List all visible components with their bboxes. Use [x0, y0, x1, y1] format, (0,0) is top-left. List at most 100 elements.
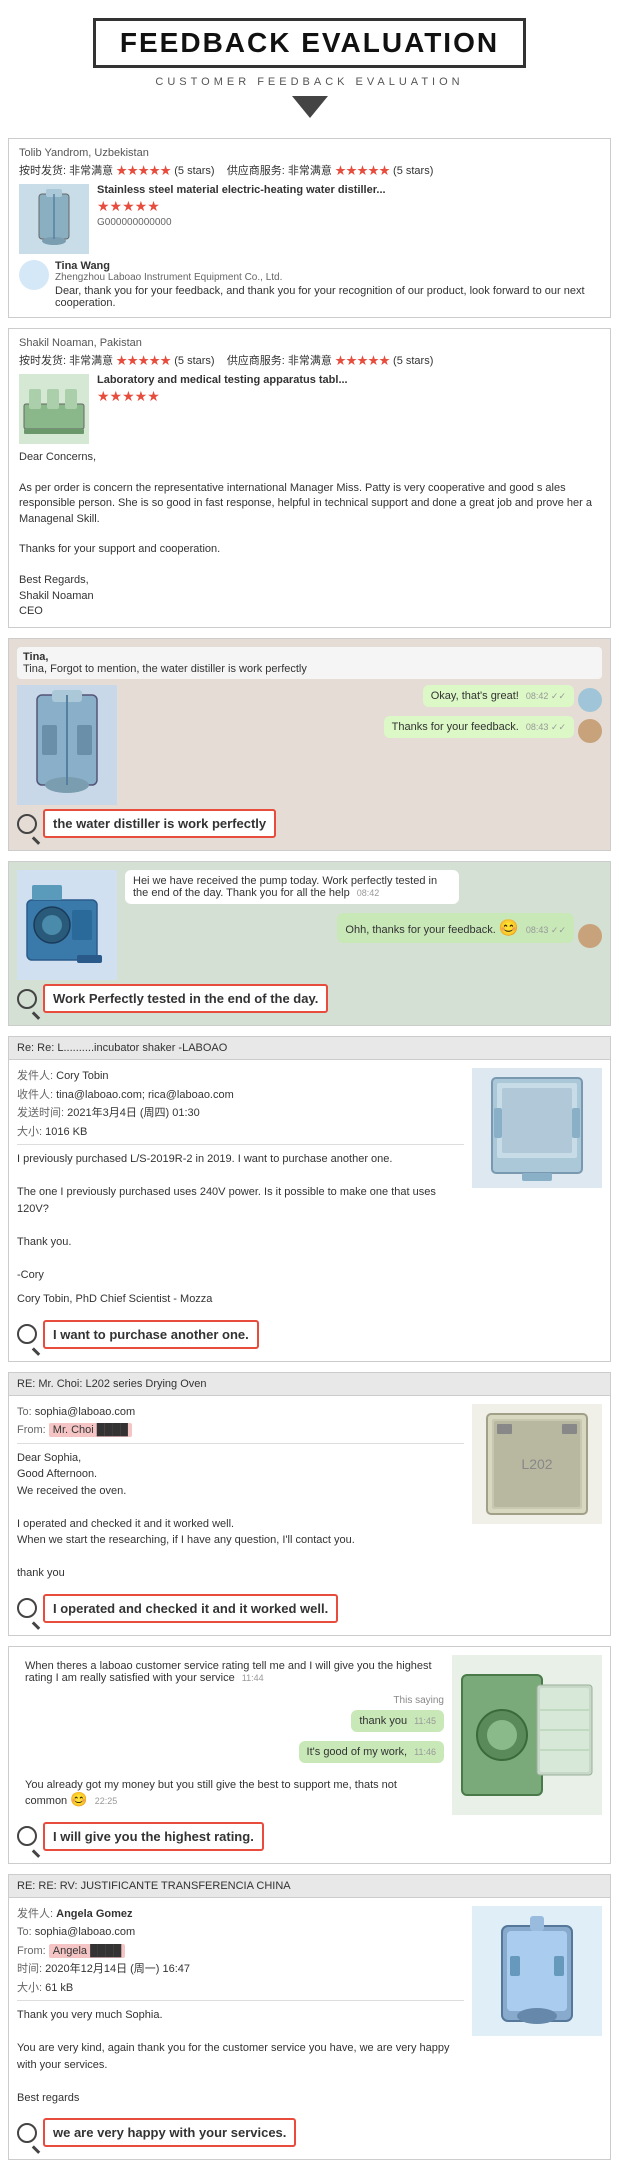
main-title: FEEDBACK EVALUATION — [120, 27, 499, 59]
chat-saying: This saying — [17, 1695, 444, 1706]
rating-msg-2: You already got my money but you still g… — [17, 1774, 444, 1813]
product-name-2: Laboratory and medical testing apparatus… — [97, 374, 600, 386]
caption-text-incubator: I want to purchase another one. — [43, 1320, 259, 1349]
caption-container-final: we are very happy with your services. — [9, 2118, 610, 2155]
caption-text-drying-oven: I operated and checked it and it worked … — [43, 1594, 338, 1623]
reply-name-1: Tina Wang — [55, 260, 600, 272]
rating-delivery-label-1: 按时发货: 非常满意 ★★★★★ (5 stars) — [19, 165, 215, 177]
email-body-text-incubator: I previously purchased L/S-2019R-2 in 20… — [17, 1151, 464, 1283]
rating-msg-1: When theres a laboao customer service ra… — [17, 1655, 444, 1689]
caption-text-rating: I will give you the highest rating. — [43, 1822, 264, 1851]
email-block-drying-oven: RE: Mr. Choi: L202 series Drying Oven To… — [8, 1372, 611, 1636]
divider-final — [17, 2000, 464, 2001]
rating-product-right — [452, 1655, 602, 1818]
email-body-text-drying-oven: Dear Sophia, Good Afternoon. We received… — [17, 1450, 464, 1582]
avatar-1 — [19, 260, 49, 290]
header-title-box: FEEDBACK EVALUATION — [93, 18, 526, 68]
chat-header-1: Tina, Tina, Forgot to mention, the water… — [17, 647, 602, 679]
email-product-img-incubator — [472, 1068, 602, 1188]
review-ratings-2: 按时发货: 非常满意 ★★★★★ (5 stars) 供应商服务: 非常满意 ★… — [19, 352, 600, 368]
page-header: FEEDBACK EVALUATION CUSTOMER FEEDBACK EV… — [0, 0, 619, 128]
email-product-img-drying-oven: L202 — [472, 1404, 602, 1524]
email-right-final — [472, 1906, 602, 2107]
chat-avatar-right-2 — [578, 719, 602, 743]
rating-service-label-2: 供应商服务: 非常满意 ★★★★★ (5 stars) — [227, 355, 434, 367]
email-header-drying-oven: RE: Mr. Choi: L202 series Drying Oven — [9, 1373, 610, 1396]
chat-product-image-2 — [17, 870, 117, 980]
rating-delivery-label-2: 按时发货: 非常满意 ★★★★★ (5 stars) — [19, 355, 215, 367]
chat-msg-right-2: Thanks for your feedback. 08:43 ✓✓ — [125, 716, 602, 743]
caption-container-drying-oven: I operated and checked it and it worked … — [9, 1594, 610, 1631]
chat-content-1: Okay, that's great! 08:42 ✓✓ Thanks for … — [17, 685, 602, 805]
review-card-1: Tolib Yandrom, Uzbekistan 按时发货: 非常满意 ★★★… — [8, 138, 611, 318]
product-image-2 — [19, 374, 89, 444]
product-stars-1: ★★★★★ — [97, 198, 600, 215]
email-body-final: 发件人: Angela Gomez To: sophia@laboao.com … — [9, 1898, 610, 2115]
email-content-row-incubator: 发件人: Cory Tobin 收件人: tina@laboao.com; ri… — [17, 1068, 602, 1308]
rating-service-label-1: 供应商服务: 非常满意 ★★★★★ (5 stars) — [227, 165, 434, 177]
review-location-1: Tolib Yandrom, Uzbekistan — [19, 147, 600, 159]
email-header-final: RE: RE: RV: JUSTIFICANTE TRANSFERENCIA C… — [9, 1875, 610, 1898]
reply-company-1: Zhengzhou Laboao Instrument Equipment Co… — [55, 272, 600, 283]
chat-avatar-right-1 — [578, 688, 602, 712]
chat-msg-right-1: Okay, that's great! 08:42 ✓✓ — [125, 685, 602, 712]
product-info-1: Stainless steel material electric-heatin… — [97, 184, 600, 254]
product-row-2: Laboratory and medical testing apparatus… — [19, 374, 600, 444]
chat-product-image-1 — [17, 685, 117, 805]
rating-msg-right-1: thank you 11:45 — [17, 1710, 444, 1737]
review-text-2: Dear Concerns, As per order is concern t… — [19, 450, 600, 619]
svg-text:L202: L202 — [521, 1456, 552, 1472]
arrow-down-icon — [292, 96, 328, 118]
product-row-1: Stainless steel material electric-heatin… — [19, 184, 600, 254]
product-id-1: G000000000000 — [97, 217, 600, 228]
final-email-body-text: Thank you very much Sophia. You are very… — [17, 2007, 464, 2106]
email-signature-incubator: Cory Tobin, PhD Chief Scientist - Mozza — [17, 1291, 464, 1308]
rating-msg-right-2: It's good of my work, 11:46 — [17, 1741, 444, 1768]
caption-text-2: Work Perfectly tested in the end of the … — [43, 984, 328, 1013]
chat-block-water-distiller: Tina, Tina, Forgot to mention, the water… — [8, 638, 611, 851]
reply-row-1: Tina Wang Zhengzhou Laboao Instrument Eq… — [19, 260, 600, 309]
chat-content-2: Hei we have received the pump today. Wor… — [17, 870, 602, 980]
email-product-img-final — [472, 1906, 602, 2036]
magnify-icon-final — [17, 2123, 37, 2143]
chat-msg-right-pump: Ohh, thanks for your feedback. 😊 08:43 ✓… — [125, 913, 602, 948]
email-block-final: RE: RE: RV: JUSTIFICANTE TRANSFERENCIA C… — [8, 1874, 611, 2161]
email-left-final: 发件人: Angela Gomez To: sophia@laboao.com … — [17, 1906, 464, 2107]
rating-chat-row: When theres a laboao customer service ra… — [17, 1655, 602, 1818]
magnify-icon-1 — [17, 814, 37, 834]
email-right-incubator — [472, 1068, 602, 1308]
chat-messages-2: Hei we have received the pump today. Wor… — [125, 870, 602, 980]
magnify-icon-5 — [17, 1826, 37, 1846]
email-content-row-final: 发件人: Angela Gomez To: sophia@laboao.com … — [17, 1906, 602, 2107]
chat-messages-1: Okay, that's great! 08:42 ✓✓ Thanks for … — [125, 685, 602, 805]
reply-text-1: Dear, thank you for your feedback, and t… — [55, 285, 600, 309]
email-left-incubator: 发件人: Cory Tobin 收件人: tina@laboao.com; ri… — [17, 1068, 464, 1308]
magnify-icon-3 — [17, 1324, 37, 1344]
product-info-2: Laboratory and medical testing apparatus… — [97, 374, 600, 444]
chat-block-pump: Hei we have received the pump today. Wor… — [8, 861, 611, 1026]
email-content-row-drying-oven: To: sophia@laboao.com From: Mr. Choi ███… — [17, 1404, 602, 1582]
caption-container-rating: I will give you the highest rating. — [17, 1822, 602, 1851]
magnify-icon-4 — [17, 1598, 37, 1618]
review-card-2: Shakil Noaman, Pakistan 按时发货: 非常满意 ★★★★★… — [8, 328, 611, 628]
product-name-1: Stainless steel material electric-heatin… — [97, 184, 600, 196]
caption-container-1: the water distiller is work perfectly — [17, 809, 602, 838]
email-block-incubator: Re: Re: L..........incubator shaker -LAB… — [8, 1036, 611, 1362]
divider-1 — [17, 1144, 464, 1145]
magnify-icon-2 — [17, 989, 37, 1009]
review-ratings-1: 按时发货: 非常满意 ★★★★★ (5 stars) 供应商服务: 非常满意 ★… — [19, 162, 600, 178]
rating-section: When theres a laboao customer service ra… — [8, 1646, 611, 1864]
email-header-incubator: Re: Re: L..........incubator shaker -LAB… — [9, 1037, 610, 1060]
review-location-2: Shakil Noaman, Pakistan — [19, 337, 600, 349]
chat-msg-left-2: Hei we have received the pump today. Wor… — [125, 870, 602, 909]
email-left-drying-oven: To: sophia@laboao.com From: Mr. Choi ███… — [17, 1404, 464, 1582]
caption-container-incubator: I want to purchase another one. — [9, 1320, 610, 1357]
product-stars-2: ★★★★★ — [97, 388, 600, 405]
email-body-drying-oven: To: sophia@laboao.com From: Mr. Choi ███… — [9, 1396, 610, 1590]
chat-avatar-pump — [578, 924, 602, 948]
email-right-drying-oven: L202 — [472, 1404, 602, 1582]
rating-chat-left: When theres a laboao customer service ra… — [17, 1655, 444, 1818]
caption-text-1: the water distiller is work perfectly — [43, 809, 276, 838]
email-body-incubator: 发件人: Cory Tobin 收件人: tina@laboao.com; ri… — [9, 1060, 610, 1316]
divider-2 — [17, 1443, 464, 1444]
